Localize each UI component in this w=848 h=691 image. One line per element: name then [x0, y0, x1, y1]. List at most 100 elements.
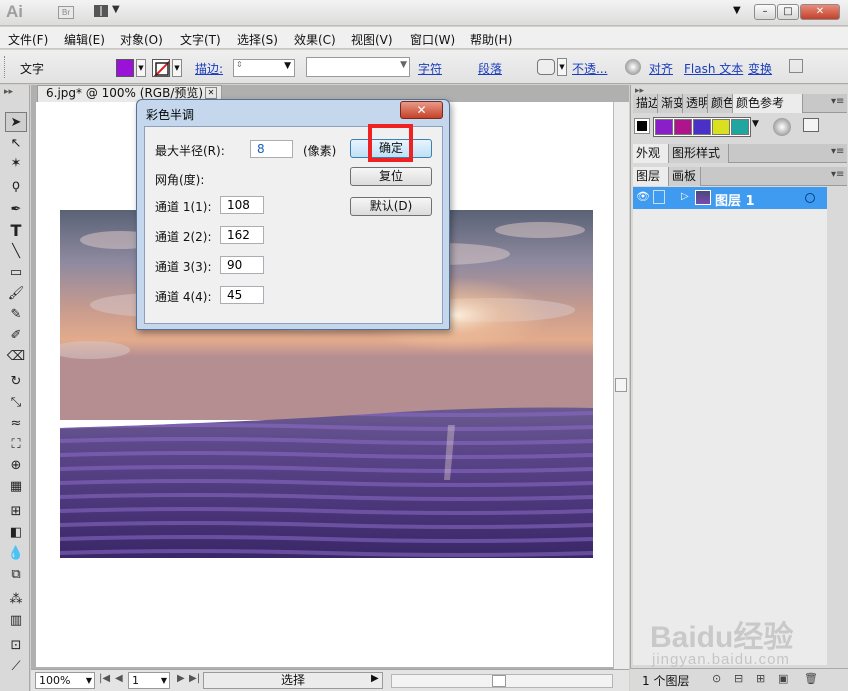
clipping-mask-icon[interactable]: ⊟ — [734, 672, 743, 685]
menu-window[interactable]: 窗口(W) — [410, 31, 455, 48]
vertical-scroll-thumb[interactable] — [615, 378, 627, 392]
base-color-swatch[interactable] — [634, 118, 650, 134]
chevron-down-icon[interactable]: ▼ — [112, 4, 120, 15]
tab-color-guide[interactable]: 颜色参考 — [733, 94, 803, 113]
default-button[interactable]: 默认(D) — [350, 197, 432, 216]
first-artboard-icon[interactable]: |◀ — [99, 673, 110, 684]
tab-appearance[interactable]: 外观 — [633, 144, 669, 163]
menu-view[interactable]: 视图(V) — [351, 31, 393, 48]
tab-graphic-styles[interactable]: 图形样式 — [669, 144, 729, 163]
type-tool-icon[interactable]: T — [5, 221, 27, 241]
close-window-button[interactable]: ✕ — [800, 4, 840, 20]
tool-status-field[interactable]: 选择 — [203, 672, 383, 689]
chevron-down-icon[interactable]: ▼ — [161, 673, 167, 688]
eraser-tool-icon[interactable]: ⌫ — [5, 347, 27, 367]
paragraph-panel-link[interactable]: 段落 — [478, 60, 502, 77]
tab-layers[interactable]: 图层 — [633, 167, 669, 186]
stroke-panel-link[interactable]: 描边: — [195, 60, 223, 77]
tab-transparency[interactable]: 透明 — [683, 94, 708, 113]
expand-triangle-icon[interactable]: ▷ — [681, 191, 689, 202]
target-circle-icon[interactable] — [805, 193, 815, 203]
lasso-tool-icon[interactable]: ϙ — [5, 176, 27, 196]
artboard-number-select[interactable]: 1 ▼ — [128, 672, 170, 689]
arrange-documents-icon[interactable] — [94, 5, 108, 17]
chevron-down-icon[interactable]: ▼ — [86, 673, 92, 688]
menu-help[interactable]: 帮助(H) — [470, 31, 512, 48]
panel-menu-icon[interactable]: ▾≡ — [831, 169, 844, 180]
menu-effect[interactable]: 效果(C) — [294, 31, 336, 48]
opacity-link[interactable]: 不透... — [572, 60, 607, 77]
reset-button[interactable]: 复位 — [350, 167, 432, 186]
stroke-dropdown-arrow[interactable]: ▼ — [172, 59, 182, 77]
dialog-close-button[interactable]: ✕ — [400, 101, 443, 119]
status-menu-icon[interactable]: ▶ — [371, 673, 379, 684]
blend-tool-icon[interactable]: ⧉ — [5, 565, 27, 585]
layer-row[interactable]: 👁 ▷ 图层 1 — [633, 187, 827, 209]
magic-wand-tool-icon[interactable]: ✶ — [5, 154, 27, 174]
locate-object-icon[interactable]: ⊙ — [712, 672, 721, 685]
channel-2-input[interactable] — [220, 226, 264, 244]
menu-object[interactable]: 对象(O) — [120, 31, 163, 48]
last-artboard-icon[interactable]: ▶| — [189, 673, 200, 684]
menu-type[interactable]: 文字(T) — [180, 31, 221, 48]
envelope-icon[interactable] — [537, 59, 555, 75]
workspace-caret-icon[interactable]: ▼ — [733, 5, 741, 16]
channel-3-input[interactable] — [220, 256, 264, 274]
opacity-dropdown-arrow[interactable]: ▼ — [557, 58, 567, 76]
fill-color-swatch[interactable] — [116, 59, 134, 77]
restore-button[interactable]: □ — [777, 4, 799, 20]
control-bar-menu-icon[interactable] — [789, 59, 803, 73]
stroke-color-swatch[interactable] — [152, 59, 170, 77]
stepper-icon[interactable]: ⇕ — [236, 60, 243, 69]
recolor-icon[interactable] — [625, 59, 641, 75]
flash-text-link[interactable]: Flash 文本 — [684, 60, 743, 77]
horizontal-scroll-thumb[interactable] — [492, 675, 506, 687]
guide-color-swatch[interactable] — [655, 119, 673, 135]
layer-name[interactable]: 图层 1 — [715, 190, 755, 209]
selection-tool-icon[interactable]: ➤ — [5, 112, 27, 132]
trash-icon[interactable]: 🗑 — [804, 672, 818, 685]
warp-tool-icon[interactable]: ≈ — [5, 414, 27, 434]
collapse-icon[interactable]: ▸▸ — [4, 87, 13, 97]
chevron-down-icon[interactable]: ▼ — [400, 60, 407, 70]
paintbrush-tool-icon[interactable]: 🖌 — [5, 284, 27, 304]
edit-colors-icon[interactable] — [773, 118, 791, 136]
next-artboard-icon[interactable]: ▶ — [177, 673, 185, 684]
guide-color-swatch[interactable] — [731, 119, 749, 135]
close-tab-icon[interactable]: ✕ — [205, 87, 217, 99]
menu-edit[interactable]: 编辑(E) — [64, 31, 105, 48]
guide-color-swatch[interactable] — [674, 119, 692, 135]
channel-1-input[interactable] — [220, 196, 264, 214]
zoom-select[interactable]: 100% ▼ — [35, 672, 95, 689]
eyedropper-tool-icon[interactable]: 💧 — [5, 544, 27, 564]
horizontal-scrollbar[interactable] — [391, 674, 613, 688]
previous-artboard-icon[interactable]: ◀ — [115, 673, 123, 684]
pencil-tool-icon[interactable]: ✎ — [5, 305, 27, 325]
free-transform-tool-icon[interactable]: ⛶ — [5, 435, 27, 455]
tab-stroke[interactable]: 描边 — [633, 94, 658, 113]
scale-tool-icon[interactable]: ⤡ — [5, 393, 27, 413]
gradient-tool-icon[interactable]: ◧ — [5, 523, 27, 543]
blob-brush-tool-icon[interactable]: ✐ — [5, 326, 27, 346]
brush-definition-select[interactable]: ▼ — [306, 57, 410, 77]
menu-file[interactable]: 文件(F) — [8, 31, 48, 48]
align-link[interactable]: 对齐 — [649, 60, 673, 77]
new-layer-icon[interactable]: ▣ — [778, 672, 788, 685]
panel-menu-icon[interactable]: ▾≡ — [831, 146, 844, 157]
tab-artboards[interactable]: 画板 — [669, 167, 701, 186]
symbol-sprayer-tool-icon[interactable]: ⁂ — [5, 590, 27, 610]
menu-select[interactable]: 选择(S) — [237, 31, 278, 48]
channel-4-input[interactable] — [220, 286, 264, 304]
guide-color-swatch[interactable] — [693, 119, 711, 135]
rotate-tool-icon[interactable]: ↻ — [5, 372, 27, 392]
character-panel-link[interactable]: 字符 — [418, 60, 442, 77]
chevron-down-icon[interactable]: ▼ — [752, 119, 759, 129]
tab-gradient[interactable]: 渐变 — [658, 94, 683, 113]
guide-color-swatch[interactable] — [712, 119, 730, 135]
minimize-button[interactable]: – — [754, 4, 776, 20]
line-tool-icon[interactable]: ╲ — [5, 242, 27, 262]
save-color-group-icon[interactable] — [803, 118, 819, 132]
panel-menu-icon[interactable]: ▾≡ — [831, 96, 844, 107]
chevron-down-icon[interactable]: ▼ — [284, 61, 291, 71]
slice-tool-icon[interactable]: ⟋ — [5, 657, 27, 677]
